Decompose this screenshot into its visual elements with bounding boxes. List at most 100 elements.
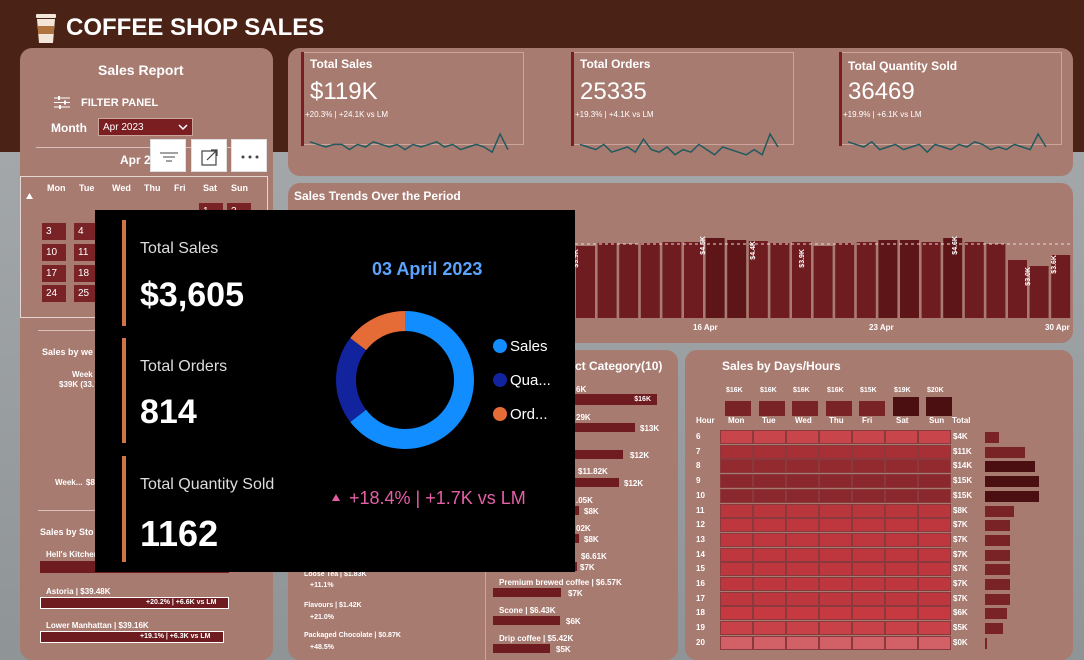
- heatmap-cell[interactable]: [885, 444, 918, 459]
- heatmap-cell[interactable]: [753, 459, 786, 474]
- heatmap-cell[interactable]: [918, 577, 951, 591]
- heatmap-cell[interactable]: [786, 459, 819, 474]
- heatmap-cell[interactable]: [720, 444, 753, 459]
- heatmap-cell[interactable]: [852, 606, 885, 621]
- heatmap-cell[interactable]: [885, 635, 918, 650]
- hour-total-bar[interactable]: [985, 637, 987, 649]
- heatmap-cell[interactable]: [786, 503, 819, 518]
- heatmap-cell[interactable]: [852, 444, 885, 459]
- trend-bars[interactable]: [575, 230, 1071, 318]
- heatmap-cell[interactable]: [753, 430, 786, 444]
- hour-total-bar[interactable]: [985, 623, 1003, 635]
- heatmap-cell[interactable]: [819, 474, 852, 489]
- heatmap-cell[interactable]: [753, 503, 786, 518]
- calendar-day[interactable]: 3: [42, 223, 66, 240]
- hour-total-bar[interactable]: [985, 432, 1000, 443]
- heatmap-cell[interactable]: [786, 518, 819, 533]
- heatmap-cell[interactable]: [852, 621, 885, 636]
- heatmap-cell[interactable]: [852, 562, 885, 577]
- heatmap-cell[interactable]: [720, 503, 753, 518]
- sort-up-icon[interactable]: [26, 193, 33, 199]
- hour-total-bar[interactable]: [985, 446, 1025, 458]
- hour-total-bar[interactable]: [985, 520, 1011, 532]
- heatmap-cell[interactable]: [720, 532, 753, 547]
- heatmap-cell[interactable]: [819, 459, 852, 474]
- heatmap-cell[interactable]: [918, 562, 951, 577]
- heatmap-cell[interactable]: [819, 547, 852, 562]
- heatmap-cell[interactable]: [786, 562, 819, 577]
- day-total-bar[interactable]: [792, 401, 818, 416]
- hour-total-bar[interactable]: [985, 564, 1011, 576]
- heatmap-cell[interactable]: [786, 474, 819, 489]
- heatmap-cell[interactable]: [720, 518, 753, 533]
- heatmap-cell[interactable]: [753, 444, 786, 459]
- heatmap-cell[interactable]: [753, 474, 786, 489]
- heatmap-cell[interactable]: [720, 459, 753, 474]
- hour-total-bar[interactable]: [985, 534, 1011, 546]
- hour-total-bar[interactable]: [985, 505, 1014, 517]
- heatmap-cell[interactable]: [720, 606, 753, 621]
- category-bar[interactable]: [575, 506, 579, 515]
- heatmap-cell[interactable]: [918, 635, 951, 650]
- heatmap-cell[interactable]: [852, 577, 885, 591]
- heatmap-cell[interactable]: [819, 635, 852, 650]
- heatmap-cell[interactable]: [819, 488, 852, 503]
- heatmap-cell[interactable]: [918, 430, 951, 444]
- heatmap-cell[interactable]: [753, 606, 786, 621]
- heatmap-cell[interactable]: [786, 577, 819, 591]
- category-bar[interactable]: [493, 616, 560, 625]
- heatmap-cell[interactable]: [918, 474, 951, 489]
- hour-total-bar[interactable]: [985, 549, 1011, 561]
- heatmap-cell[interactable]: [819, 621, 852, 636]
- heatmap-cell[interactable]: [885, 621, 918, 636]
- heatmap-cell[interactable]: [786, 635, 819, 650]
- heatmap-cell[interactable]: [819, 503, 852, 518]
- heatmap-cell[interactable]: [720, 562, 753, 577]
- category-bar[interactable]: [575, 534, 579, 543]
- day-total-bar[interactable]: [859, 401, 885, 416]
- hour-total-bar[interactable]: [985, 461, 1036, 473]
- heatmap-cell[interactable]: [720, 547, 753, 562]
- heatmap-cell[interactable]: [918, 591, 951, 606]
- heatmap-cell[interactable]: [918, 621, 951, 636]
- heatmap-cell[interactable]: [852, 591, 885, 606]
- heatmap-cell[interactable]: [786, 444, 819, 459]
- heatmap-cell[interactable]: [786, 621, 819, 636]
- heatmap-cell[interactable]: [753, 635, 786, 650]
- heatmap-cell[interactable]: [819, 532, 852, 547]
- heatmap-cell[interactable]: [753, 562, 786, 577]
- heatmap-cell[interactable]: [918, 503, 951, 518]
- heatmap-cell[interactable]: [852, 532, 885, 547]
- heatmap-cell[interactable]: [786, 488, 819, 503]
- calendar-day[interactable]: 10: [42, 244, 66, 261]
- heatmap-cell[interactable]: [852, 430, 885, 444]
- day-total-bar[interactable]: [759, 401, 785, 416]
- heatmap-cell[interactable]: [918, 444, 951, 459]
- heatmap-cell[interactable]: [885, 577, 918, 591]
- heatmap-cell[interactable]: [885, 547, 918, 562]
- heatmap-cell[interactable]: [852, 488, 885, 503]
- heatmap-cell[interactable]: [819, 430, 852, 444]
- heatmap-cell[interactable]: [819, 606, 852, 621]
- day-total-bar[interactable]: [725, 401, 751, 416]
- day-total-bar[interactable]: [926, 397, 952, 416]
- hour-total-bar[interactable]: [985, 579, 1011, 590]
- heatmap-cell[interactable]: [852, 518, 885, 533]
- category-bar[interactable]: [575, 450, 623, 459]
- heatmap-cell[interactable]: [753, 518, 786, 533]
- day-total-bar[interactable]: [826, 401, 852, 416]
- heatmap-cell[interactable]: [720, 488, 753, 503]
- heatmap-cell[interactable]: [819, 518, 852, 533]
- heatmap-cell[interactable]: [885, 532, 918, 547]
- month-dropdown[interactable]: Apr 2023: [98, 118, 193, 136]
- heatmap-cell[interactable]: [852, 635, 885, 650]
- heatmap-cell[interactable]: [852, 474, 885, 489]
- hour-total-bar[interactable]: [985, 490, 1039, 502]
- category-bar[interactable]: [575, 423, 635, 432]
- heatmap-cell[interactable]: [720, 577, 753, 591]
- heatmap-cell[interactable]: [885, 459, 918, 474]
- heatmap-cell[interactable]: [819, 444, 852, 459]
- heatmap-cell[interactable]: [753, 532, 786, 547]
- heatmap-cell[interactable]: [885, 430, 918, 444]
- heatmap-cell[interactable]: [819, 577, 852, 591]
